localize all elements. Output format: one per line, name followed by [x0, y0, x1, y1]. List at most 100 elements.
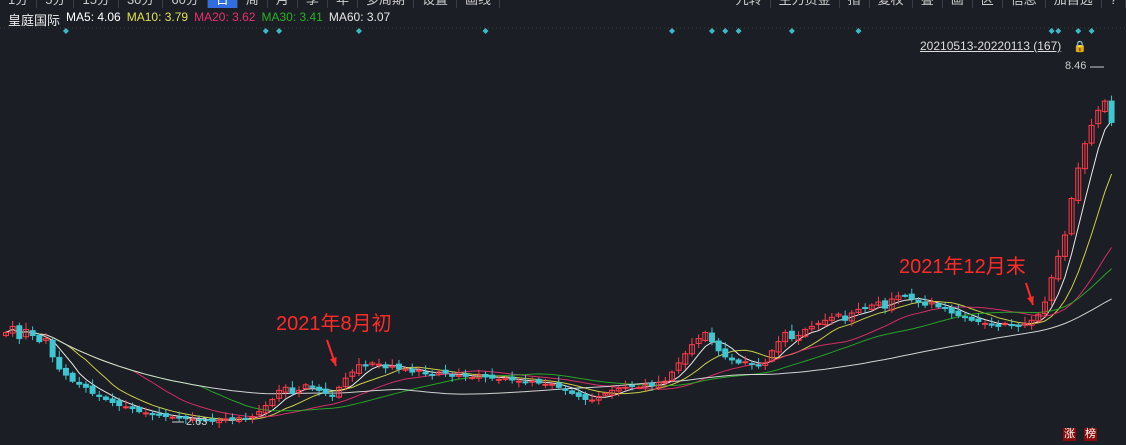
candle-down [582, 394, 589, 400]
candle-up [415, 369, 422, 372]
candle-down [948, 307, 955, 314]
signal-marker [788, 28, 795, 34]
signal-marker [722, 28, 729, 34]
candle-down [1008, 324, 1015, 327]
kline-chart[interactable] [0, 0, 1126, 445]
candle-down [316, 386, 323, 391]
candle-down [36, 335, 43, 343]
candle-down [842, 315, 849, 321]
signal-marker [62, 28, 69, 34]
arrow-aug-head [329, 357, 337, 366]
candle-down [322, 388, 329, 394]
candle-down [102, 396, 109, 400]
candle-down [229, 417, 236, 421]
candle-up [495, 378, 502, 381]
signal-marker [482, 28, 489, 34]
candle-down [289, 387, 296, 394]
candle-down [422, 371, 429, 375]
candle-up [375, 363, 382, 366]
candle-down [362, 364, 369, 367]
candle-down [409, 368, 416, 373]
candle-down [715, 340, 722, 352]
candle-down [482, 374, 489, 378]
candle-down [162, 412, 169, 418]
lock-icon[interactable]: 🔒 [1073, 40, 1087, 53]
candle-down [109, 398, 116, 404]
candle-down [915, 299, 922, 303]
candle-down [489, 374, 496, 379]
signal-marker [355, 28, 362, 34]
candle-down [962, 316, 969, 319]
candle-down [129, 406, 136, 410]
candle-down [555, 382, 562, 388]
signal-marker [276, 28, 283, 34]
candle-down [535, 378, 542, 384]
signal-marker [735, 28, 742, 34]
candle-up [982, 322, 989, 325]
badge-zhang[interactable]: 涨 [1063, 428, 1076, 441]
candle-down [988, 323, 995, 326]
candle-down [62, 367, 69, 376]
signal-marker [1055, 28, 1062, 34]
candle-down [309, 385, 316, 388]
candle-down [862, 307, 869, 310]
candle-down [69, 372, 76, 382]
candle-down [728, 357, 735, 361]
high-price-label: 8.46 [1065, 60, 1087, 72]
candle-up [122, 406, 129, 409]
candle-up [589, 399, 596, 402]
signal-marker [855, 28, 862, 34]
candle-down [96, 394, 103, 397]
candle-down [935, 303, 942, 308]
candle-down [569, 390, 576, 394]
candle-down [149, 412, 156, 416]
candle-up [622, 386, 629, 389]
candle-up [142, 412, 149, 415]
candle-up [469, 377, 476, 380]
candle-down [29, 330, 36, 337]
candle-down [509, 376, 516, 381]
candle-down [89, 385, 96, 394]
candle-down [522, 381, 529, 384]
range-label[interactable]: 20210513-20220113 (167) [920, 39, 1061, 53]
candle-down [49, 339, 56, 358]
candle-up [549, 383, 556, 386]
annotation-dec: 2021年12月末 [899, 256, 1026, 278]
candle-down [442, 369, 449, 374]
candle-down [629, 384, 636, 387]
candle-down [116, 400, 123, 407]
candle-down [156, 413, 163, 416]
candle-down [1108, 100, 1115, 123]
candle-down [968, 316, 975, 321]
candle-down [735, 359, 742, 364]
candle-down [755, 364, 762, 367]
signal-marker [1088, 28, 1095, 34]
signal-marker [669, 28, 675, 34]
candle-down [922, 301, 929, 306]
candle-down [242, 417, 249, 420]
candle-down [382, 364, 389, 369]
candle-down [708, 332, 715, 343]
arrow-dec-head [1027, 296, 1034, 305]
signal-marker [1048, 28, 1055, 34]
signal-marker [262, 28, 269, 34]
candle-up [742, 361, 749, 364]
candle-down [942, 307, 949, 310]
signal-marker [1075, 28, 1082, 34]
candle-down [76, 381, 83, 385]
candle-down [136, 406, 143, 413]
candle-down [575, 392, 582, 397]
low-price-label: 2.63 [186, 416, 208, 428]
candle-down [1015, 324, 1022, 327]
candle-down [462, 373, 469, 377]
badge-bang[interactable]: 榜 [1084, 428, 1097, 441]
annotation-aug: 2021年8月初 [276, 313, 392, 335]
candle-down [429, 374, 436, 377]
candle-down [395, 363, 402, 370]
candle-down [56, 356, 63, 370]
candle-down [902, 294, 909, 297]
candle-down [788, 330, 795, 340]
candle-down [562, 388, 569, 391]
signal-marker [708, 28, 715, 34]
candle-down [995, 324, 1002, 327]
